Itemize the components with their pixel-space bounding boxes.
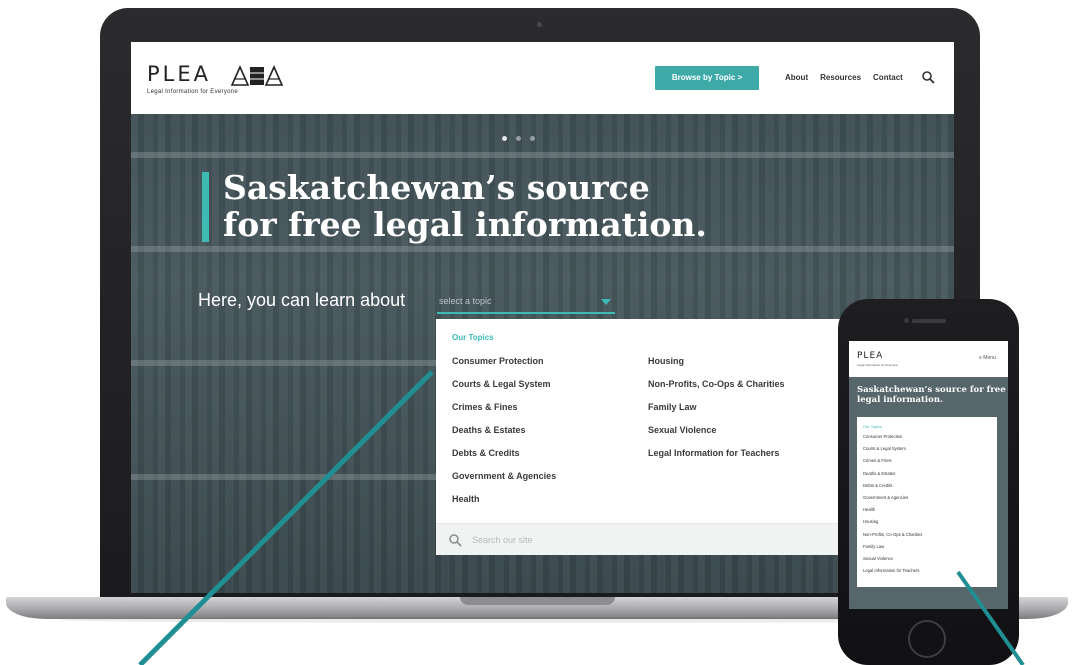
plea-logo[interactable]: PLEA Legal Information for Everyone [147, 62, 284, 95]
phone-screen: PLEA Legal Information for Everyone ≡ Me… [849, 341, 1008, 609]
mobile-topic-item[interactable]: Health [863, 507, 922, 519]
mobile-topic-item[interactable]: Courts & Legal System [863, 446, 922, 458]
site-search-placeholder: Search our site [472, 535, 533, 545]
browse-by-topic-button[interactable]: Browse by Topic > [655, 66, 759, 90]
topic-item[interactable]: Non-Profits, Co-Ops & Charities [648, 378, 785, 401]
mobile-topic-item[interactable]: Non-Profits, Co-Ops & Charities [863, 532, 922, 544]
mobile-header: PLEA Legal Information for Everyone ≡ Me… [849, 341, 1008, 377]
mobile-dropdown-heading: Our Topics [863, 424, 883, 429]
phone-frame: PLEA Legal Information for Everyone ≡ Me… [838, 299, 1019, 665]
mobile-headline: Saskatchewan’s source for free legal inf… [857, 385, 1006, 405]
search-icon[interactable] [921, 70, 935, 84]
topic-item[interactable]: Family Law [648, 401, 785, 424]
mobile-topics-dropdown: Our Topics Consumer Protection Courts & … [857, 417, 997, 587]
nav-about[interactable]: About [785, 73, 808, 82]
topic-item[interactable]: Legal Information for Teachers [648, 447, 785, 470]
mobile-logo[interactable]: PLEA [857, 351, 883, 361]
topics-column-1: Consumer Protection Courts & Legal Syste… [452, 355, 556, 516]
search-icon [449, 534, 462, 547]
logo-tagline: Legal Information for Everyone [147, 89, 239, 95]
topic-select-placeholder: select a topic [439, 296, 492, 306]
mobile-topic-item[interactable]: Legal Information for Teachers [863, 568, 922, 580]
slider-dots [502, 136, 535, 141]
mobile-topic-item[interactable]: Sexual Violence [863, 556, 922, 568]
topic-select[interactable]: select a topic [437, 292, 615, 314]
headline-line-2: for free legal information. [223, 205, 707, 244]
mobile-menu-button[interactable]: ≡ Menu [979, 355, 996, 361]
mobile-topic-item[interactable]: Deaths & Estates [863, 471, 922, 483]
laptop-notch [460, 597, 615, 605]
phone-speaker [912, 319, 946, 323]
headline-line-1: Saskatchewan’s source [223, 168, 650, 207]
hero-banner: Saskatchewan’s source for free legal inf… [131, 114, 954, 593]
dropdown-heading: Our Topics [452, 333, 494, 342]
mobile-topic-item[interactable]: Debts & Credits [863, 483, 922, 495]
topic-item[interactable]: Courts & Legal System [452, 378, 556, 401]
scales-logo-icon [230, 65, 284, 86]
mobile-topic-item[interactable]: Housing [863, 519, 922, 531]
laptop-camera [537, 22, 542, 27]
topics-column-2: Housing Non-Profits, Co-Ops & Charities … [648, 355, 785, 470]
topic-item[interactable]: Consumer Protection [452, 355, 556, 378]
mobile-topic-item[interactable]: Consumer Protection [863, 434, 922, 446]
logo-wordmark: PLEA [147, 62, 211, 86]
learn-about-label: Here, you can learn about [198, 290, 406, 310]
hero-headline: Saskatchewan’s source for free legal inf… [223, 169, 783, 243]
main-nav: About Resources Contact [785, 73, 903, 82]
phone-camera [904, 318, 909, 323]
topic-item[interactable]: Debts & Credits [452, 447, 556, 470]
slider-dot[interactable] [502, 136, 507, 141]
mobile-logo-tagline: Legal Information for Everyone [857, 363, 899, 367]
topic-item[interactable]: Crimes & Fines [452, 401, 556, 424]
topic-item[interactable]: Government & Agencies [452, 470, 556, 493]
site-header: PLEA Legal Information for Everyone Brow… [131, 42, 954, 114]
topic-item[interactable]: Sexual Violence [648, 424, 785, 447]
mobile-topic-list: Consumer Protection Courts & Legal Syste… [863, 434, 922, 580]
mobile-topic-item[interactable]: Family Law [863, 544, 922, 556]
laptop-screen: PLEA Legal Information for Everyone Brow… [131, 42, 954, 593]
slider-dot[interactable] [530, 136, 535, 141]
slider-dot[interactable] [516, 136, 521, 141]
topic-item[interactable]: Health [452, 493, 556, 516]
mobile-topic-item[interactable]: Crimes & Fines [863, 458, 922, 470]
mobile-topic-item[interactable]: Government & Agencies [863, 495, 922, 507]
topic-item[interactable]: Housing [648, 355, 785, 378]
headline-accent-bar [202, 172, 209, 242]
chevron-down-icon[interactable] [601, 299, 611, 305]
topic-item[interactable]: Deaths & Estates [452, 424, 556, 447]
nav-resources[interactable]: Resources [820, 73, 861, 82]
phone-home-button [908, 620, 946, 658]
nav-contact[interactable]: Contact [873, 73, 903, 82]
